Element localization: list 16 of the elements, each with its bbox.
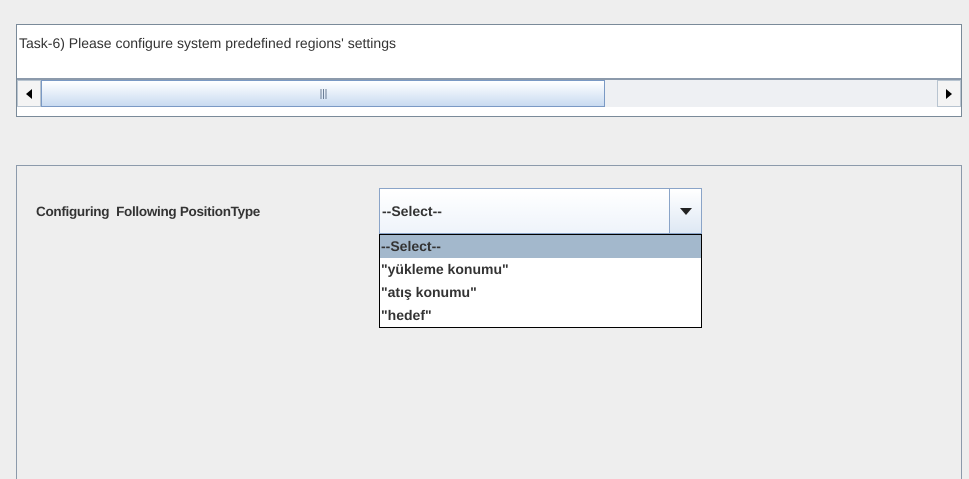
scroll-right-button[interactable] xyxy=(937,80,961,107)
left-arrow-icon xyxy=(26,88,32,98)
position-type-label: Configuring Following PositionType xyxy=(36,204,261,218)
scroll-left-button[interactable] xyxy=(17,80,41,107)
horizontal-scrollbar[interactable] xyxy=(17,78,961,107)
dropdown-value: --Select-- xyxy=(381,202,443,221)
scrollbar-thumb[interactable] xyxy=(41,80,605,107)
dropdown-option[interactable]: "yükleme konumu" xyxy=(380,258,701,281)
grip-icon xyxy=(320,88,326,98)
dropdown-option[interactable]: "atış konumu" xyxy=(380,281,701,304)
right-arrow-icon xyxy=(946,88,952,98)
dropdown-option[interactable]: --Select-- xyxy=(380,235,701,258)
dropdown-option[interactable]: "hedef" xyxy=(380,304,701,327)
caret-icon xyxy=(680,208,692,214)
task-text: Task-6) Please configure system predefined regions' settings xyxy=(18,34,397,53)
position-type-dropdown[interactable]: --Select-- xyxy=(379,188,702,234)
